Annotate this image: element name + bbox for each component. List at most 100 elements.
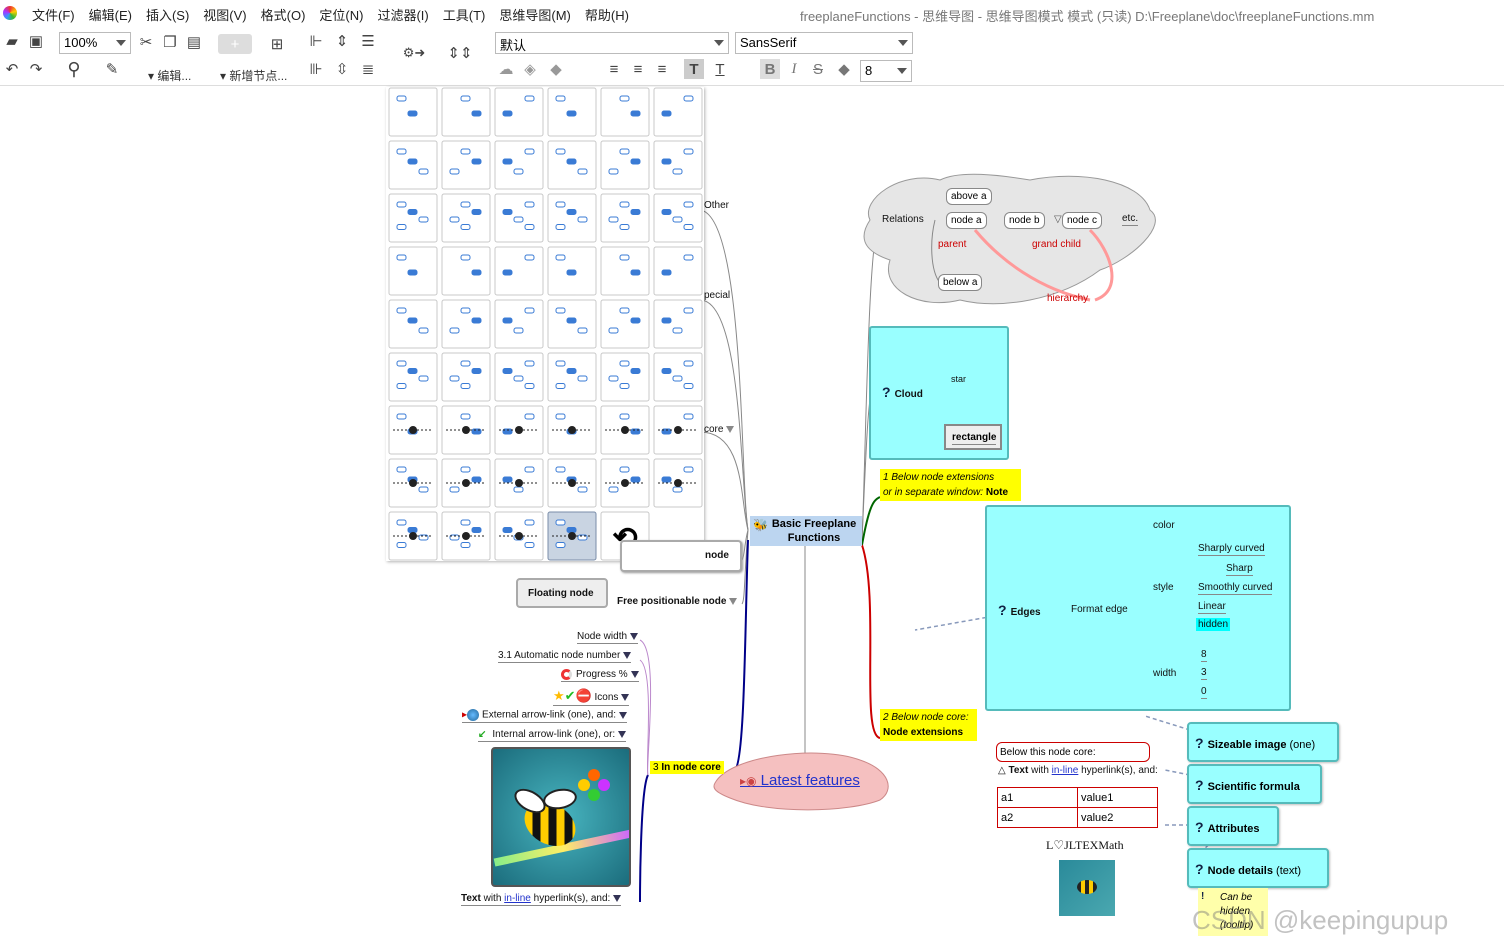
node-width-item[interactable]: Node width xyxy=(577,631,639,644)
width-3[interactable]: 3 xyxy=(1201,667,1207,680)
layout-option-button[interactable] xyxy=(653,140,703,190)
layout-option-button[interactable] xyxy=(494,299,544,349)
in-node-core-note[interactable]: 3 In node core xyxy=(650,761,724,774)
layout-option-button[interactable] xyxy=(388,352,438,402)
below-core-text[interactable]: △ Text with in-line hyperlink(s), and: xyxy=(998,765,1158,776)
style-hidden[interactable]: hidden xyxy=(1196,618,1231,631)
layout-option-button[interactable] xyxy=(388,511,438,561)
layout-option-button[interactable] xyxy=(441,87,491,137)
layout-option-button[interactable] xyxy=(388,140,438,190)
note-below-node-core[interactable]: 2 Below node core: Node extensions xyxy=(880,709,977,741)
layout-option-button[interactable] xyxy=(600,246,650,296)
width-8[interactable]: 8 xyxy=(1201,649,1207,662)
layout-option-button[interactable] xyxy=(547,299,597,349)
layout-option-button[interactable] xyxy=(653,458,703,508)
rectangle-node[interactable]: rectangle xyxy=(944,424,1002,450)
latex-formula[interactable]: L♡JLTEXMath xyxy=(1046,838,1124,853)
layout-option-button[interactable] xyxy=(653,405,703,455)
branch-core[interactable]: core xyxy=(704,424,735,435)
bottom-text-link[interactable]: in-line xyxy=(504,893,531,904)
internal-link-item[interactable]: ↙ Internal arrow-link (one), or: xyxy=(478,729,627,742)
progress-item[interactable]: Progress % xyxy=(561,669,639,683)
layout-option-button[interactable] xyxy=(653,299,703,349)
style-smoothly-curved[interactable]: Smoothly curved xyxy=(1198,582,1273,595)
attr-value[interactable]: value2 xyxy=(1077,807,1158,828)
node-details-node[interactable]: ? Node details (text) xyxy=(1187,848,1329,888)
floating-node[interactable]: Floating node xyxy=(516,578,608,608)
edge-style-node[interactable]: style xyxy=(1153,582,1174,593)
width-0[interactable]: 0 xyxy=(1201,686,1207,699)
edge-width-node[interactable]: width xyxy=(1153,668,1176,679)
layout-option-button[interactable] xyxy=(441,193,491,243)
node-box[interactable]: node xyxy=(620,540,742,572)
layout-option-button[interactable] xyxy=(600,405,650,455)
layout-option-button[interactable] xyxy=(441,352,491,402)
layout-option-button[interactable] xyxy=(441,458,491,508)
star-node[interactable]: star xyxy=(951,374,966,384)
layout-option-button[interactable] xyxy=(388,458,438,508)
relation-etc[interactable]: etc. xyxy=(1122,213,1139,226)
style-sharply-curved[interactable]: Sharply curved xyxy=(1198,543,1265,556)
layout-option-button[interactable] xyxy=(600,87,650,137)
layout-option-button[interactable] xyxy=(441,140,491,190)
layout-option-button[interactable] xyxy=(494,405,544,455)
layout-option-button[interactable] xyxy=(441,299,491,349)
format-edge-node[interactable]: Format edge xyxy=(1071,604,1128,615)
attributes-node[interactable]: ? Attributes xyxy=(1187,806,1279,846)
layout-option-button[interactable] xyxy=(653,193,703,243)
layout-option-button[interactable] xyxy=(547,246,597,296)
layout-option-button[interactable] xyxy=(494,458,544,508)
layout-option-button[interactable] xyxy=(388,87,438,137)
layout-option-button[interactable] xyxy=(494,87,544,137)
below-core-box[interactable]: Below this node core: xyxy=(996,742,1150,762)
free-positionable-node[interactable]: Free positionable node xyxy=(617,596,738,607)
edges-node[interactable]: ? Edges xyxy=(998,602,1041,618)
layout-option-button[interactable] xyxy=(547,193,597,243)
relation-below-a[interactable]: below a xyxy=(938,274,983,291)
sizeable-image-node[interactable]: ? Sizeable image (one) xyxy=(1187,722,1339,762)
external-link-item[interactable]: ▸ External arrow-link (one), and: xyxy=(462,709,627,723)
relation-node-b[interactable]: node b xyxy=(1004,212,1045,229)
layout-option-button[interactable] xyxy=(600,299,650,349)
layout-option-button[interactable] xyxy=(494,140,544,190)
attr-key[interactable]: a1 xyxy=(997,787,1078,808)
layout-option-button[interactable] xyxy=(388,299,438,349)
below-core-link[interactable]: in-line xyxy=(1052,765,1079,776)
icons-item[interactable]: ★✔⛔ Icons xyxy=(553,688,630,706)
layout-option-button[interactable] xyxy=(388,246,438,296)
bee-image[interactable] xyxy=(491,747,631,887)
layout-option-button[interactable] xyxy=(388,193,438,243)
layout-option-button[interactable] xyxy=(494,352,544,402)
scientific-formula-node[interactable]: ? Scientific formula xyxy=(1187,764,1322,804)
layout-option-button[interactable] xyxy=(547,352,597,402)
attr-value[interactable]: value1 xyxy=(1077,787,1158,808)
layout-option-button[interactable] xyxy=(441,511,491,561)
layout-option-button[interactable] xyxy=(653,352,703,402)
latest-features-link[interactable]: ▸◉ Latest features xyxy=(740,772,860,789)
layout-option-button[interactable] xyxy=(547,405,597,455)
style-linear[interactable]: Linear xyxy=(1198,601,1226,614)
root-node[interactable]: 🐝 Basic Freeplane Functions xyxy=(750,516,862,546)
layout-option-button[interactable] xyxy=(600,352,650,402)
bee-thumbnail-image[interactable] xyxy=(1059,860,1115,916)
edge-color-node[interactable]: color xyxy=(1153,520,1175,531)
layout-option-button[interactable] xyxy=(547,140,597,190)
layout-option-button[interactable] xyxy=(547,511,597,561)
auto-number-item[interactable]: 3.1 Automatic node number xyxy=(498,650,632,663)
relation-node-c[interactable]: node c xyxy=(1062,212,1103,229)
layout-option-button[interactable] xyxy=(494,511,544,561)
branch-special[interactable]: pecial xyxy=(704,290,730,301)
style-sharp[interactable]: Sharp xyxy=(1226,563,1253,576)
layout-option-button[interactable] xyxy=(441,246,491,296)
layout-option-button[interactable] xyxy=(441,405,491,455)
relation-node-a[interactable]: node a xyxy=(946,212,987,229)
layout-option-button[interactable] xyxy=(494,193,544,243)
note-below-extensions[interactable]: 1 Below node extensions or in separate w… xyxy=(880,469,1021,501)
layout-option-button[interactable] xyxy=(600,458,650,508)
relations-label[interactable]: Relations xyxy=(882,214,924,225)
attr-key[interactable]: a2 xyxy=(997,807,1078,828)
layout-option-button[interactable] xyxy=(600,193,650,243)
layout-option-button[interactable] xyxy=(653,87,703,137)
branch-other[interactable]: Other xyxy=(704,200,729,211)
layout-option-button[interactable] xyxy=(494,246,544,296)
